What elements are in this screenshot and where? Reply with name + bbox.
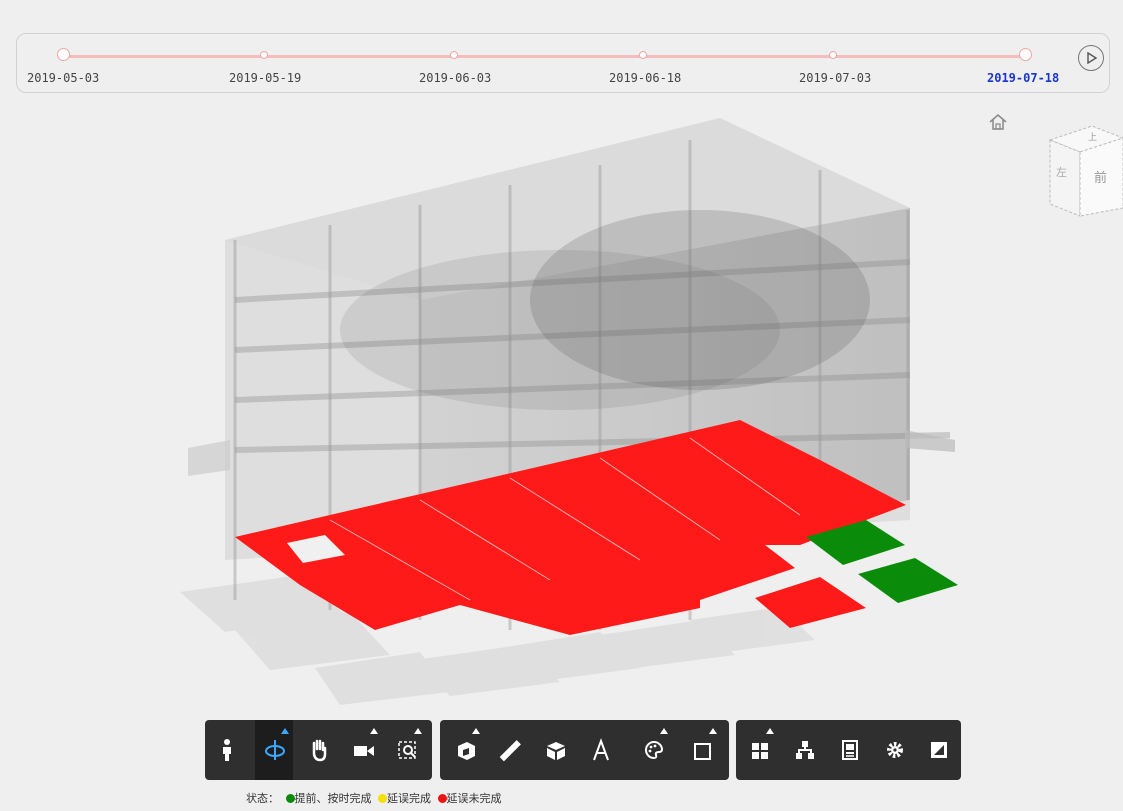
fullscreen-box-icon — [694, 743, 711, 760]
legend-dot-delayed-unfinished — [437, 794, 447, 803]
walk-mode-button[interactable] — [208, 720, 246, 780]
pan-button[interactable] — [300, 720, 338, 780]
model-viewport[interactable] — [0, 0, 1123, 811]
measure-ruler-icon — [500, 740, 521, 762]
cube-icon — [547, 742, 565, 760]
toolbar-model — [736, 720, 961, 780]
expand-icon — [931, 742, 947, 758]
hierarchy-button[interactable] — [785, 720, 823, 780]
cube-view-button[interactable] — [536, 720, 574, 780]
legend-label: 状态： — [246, 792, 279, 805]
fullscreen-box-button[interactable] — [683, 720, 721, 780]
legend-dot-ontime — [285, 794, 295, 803]
zoom-window-button[interactable] — [388, 720, 426, 780]
settings-gear-icon — [887, 742, 903, 758]
status-legend: 状态： 提前、按时完成 延误完成 延误未完成 — [246, 790, 502, 806]
expand-button[interactable] — [919, 720, 957, 780]
legend-item-ontime: 提前、按时完成 — [294, 792, 372, 805]
measure-button[interactable] — [491, 720, 529, 780]
render-style-button[interactable] — [634, 720, 672, 780]
toolbar-navigation — [205, 720, 432, 780]
toolbar-tools — [440, 720, 729, 780]
legend-dot-delayed-complete — [378, 794, 387, 803]
settings-button[interactable] — [875, 720, 913, 780]
person-icon — [223, 739, 231, 761]
zoom-window-icon — [398, 741, 416, 759]
camera-icon — [354, 746, 374, 756]
orbit-icon — [265, 740, 285, 760]
properties-button[interactable] — [830, 720, 868, 780]
hierarchy-icon — [796, 741, 814, 759]
section-box-icon — [458, 742, 475, 760]
section-box-button[interactable] — [446, 720, 484, 780]
legend-item-delayed-complete: 延误完成 — [387, 792, 431, 805]
orbit-button[interactable] — [255, 720, 293, 780]
properties-icon — [842, 740, 858, 760]
pan-hand-icon — [312, 739, 327, 762]
model-tree-icon — [752, 743, 768, 759]
camera-button[interactable] — [344, 720, 382, 780]
legend-item-delayed-unfinished: 延误未完成 — [446, 792, 502, 805]
paint-palette-icon — [645, 740, 664, 760]
model-tree-button[interactable] — [740, 720, 778, 780]
annotate-icon — [593, 738, 609, 761]
annotate-button[interactable] — [581, 720, 619, 780]
